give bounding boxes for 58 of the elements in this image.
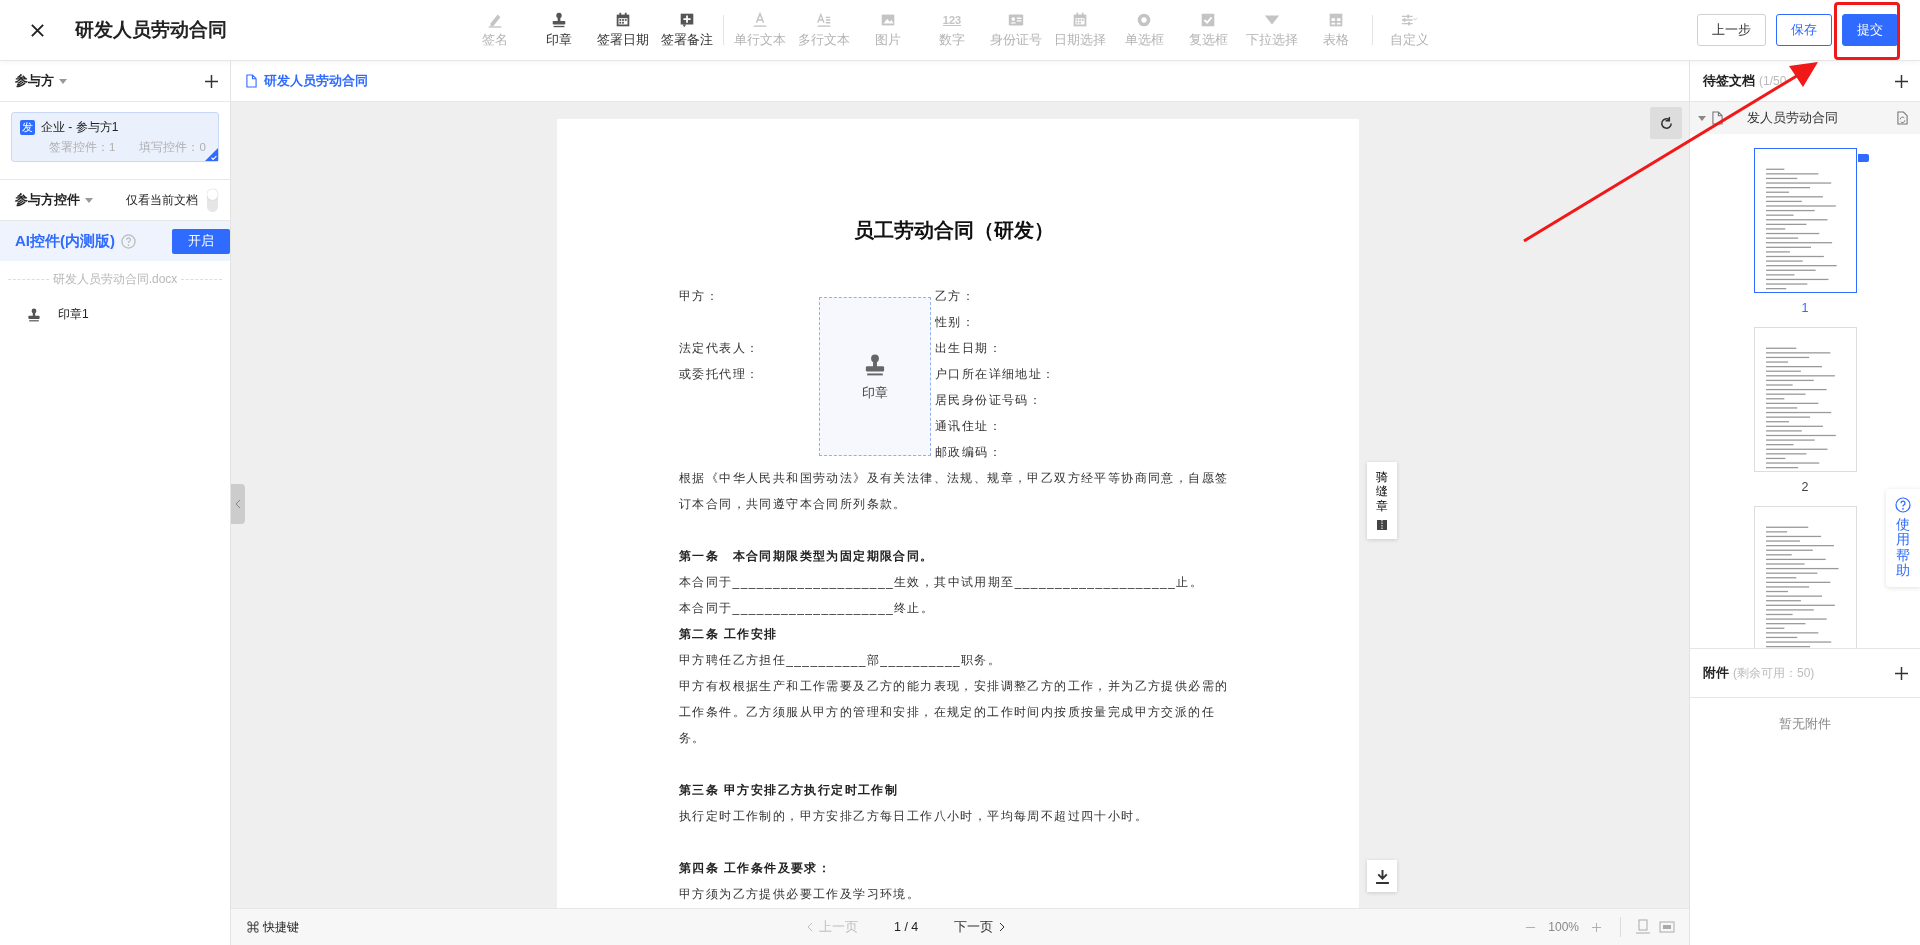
- field-label: 乙方：: [935, 288, 976, 305]
- document-text: 甲方聘任乙方担任__________部__________职务。: [679, 652, 1003, 669]
- help-button[interactable]: 使用帮助: [1886, 489, 1920, 587]
- field-label: 性别：: [935, 314, 976, 331]
- next-page-button[interactable]: 下一页: [948, 917, 1012, 937]
- clause-heading: 第二条 工作安排: [679, 626, 779, 643]
- document-tab[interactable]: 研发人员劳动合同: [264, 72, 368, 90]
- document-text: 本合同于____________________终止。: [679, 600, 936, 617]
- field-label: 户口所在详细地址：: [935, 366, 1056, 383]
- document-text: 工作条件。乙方须服从甲方的管理和安排，在规定的工作时间内按质按量完成甲方交派的任: [679, 704, 1216, 721]
- participants-title[interactable]: 参与方: [15, 72, 54, 90]
- shortcuts-button[interactable]: 快捷键: [247, 918, 299, 936]
- control-item[interactable]: 印章1: [0, 298, 230, 331]
- save-button[interactable]: 保存: [1776, 14, 1832, 46]
- document-text: 甲方须为乙方提供必要工作及学习环境。: [679, 886, 922, 903]
- clause-heading: 第一条 本合同期限类型为固定期限合同。: [679, 548, 935, 565]
- field-label: 邮政编码：: [935, 444, 1002, 461]
- file-name: 研发人员劳动合同.docx: [52, 271, 178, 288]
- current-document-filter-label: 仅看当前文档: [126, 191, 198, 209]
- field-label: 居民身份证号码：: [935, 392, 1043, 409]
- document-text: 本合同于____________________生效，其中试用期至____________________止。: [679, 574, 1204, 591]
- attachments-title: 附件: [1703, 664, 1729, 682]
- date-tool[interactable]: 签署日期: [591, 4, 655, 56]
- page-number: 1: [1801, 300, 1809, 317]
- submit-button[interactable]: 提交: [1842, 14, 1898, 46]
- stamp-tool[interactable]: 印章: [527, 4, 591, 56]
- participant-name: 企业 - 参与方1: [41, 119, 119, 136]
- document-text: 甲方有权根据生产和工作需要及乙方的能力表现，安排调整乙方的工作，并为乙方提供必需的: [679, 678, 1229, 695]
- fill-control-count: 填写控件：0: [139, 140, 206, 155]
- enable-button[interactable]: 开启: [172, 228, 230, 254]
- field-label: 法定代表人：: [679, 341, 760, 355]
- clause-heading: 第四条 工作条件及要求：: [679, 860, 833, 877]
- sender-badge: 发: [20, 120, 35, 135]
- document-text: 订本合同，共同遵守本合同所列条款。: [679, 496, 908, 513]
- note-tool[interactable]: 签署备注: [655, 4, 719, 56]
- seam-stamp-button[interactable]: 骑缝章: [1367, 462, 1397, 540]
- sign-control-count: 签署控件：1: [49, 140, 116, 155]
- document-text: 根据《中华人民共和国劳动法》及有关法律、法规、规章，甲乙双方经平等协商同意，自愿签: [679, 470, 1229, 487]
- empty-attachments-text: 暂无附件: [1778, 716, 1832, 733]
- field-label: 出生日期：: [935, 340, 1002, 357]
- field-label: 通讯住址：: [935, 418, 1002, 435]
- document-heading: 员工劳动合同（研发）: [853, 218, 1055, 242]
- back-button[interactable]: 上一步: [1697, 14, 1766, 46]
- attachments-remaining: (剩余可用：50): [1733, 664, 1815, 682]
- page-number: 2: [1801, 479, 1809, 496]
- field-label: 或委托代理：: [679, 367, 760, 381]
- document-title: 研发人员劳动合同: [75, 18, 227, 42]
- document-text: 务。: [679, 730, 707, 747]
- stamp-field[interactable]: 印章: [819, 297, 931, 456]
- ai-controls-title: AI控件(内测版): [15, 231, 115, 251]
- field-label: 甲方：: [679, 289, 720, 303]
- participant-controls-title[interactable]: 参与方控件: [15, 191, 80, 209]
- zoom-level: 100%: [1548, 920, 1579, 934]
- clause-heading: 第三条 甲方安排乙方执行定时工作制: [679, 782, 900, 799]
- pending-documents-title: 待签文档: [1703, 72, 1755, 90]
- participant-card[interactable]: 发 企业 - 参与方1 签署控件：1 填写控件：0: [11, 112, 219, 162]
- page-indicator: 1 / 4: [894, 920, 919, 934]
- document-text: 执行定时工作制的，甲方安排乙方每日工作八小时，平均每周不超过四十小时。: [679, 808, 1149, 825]
